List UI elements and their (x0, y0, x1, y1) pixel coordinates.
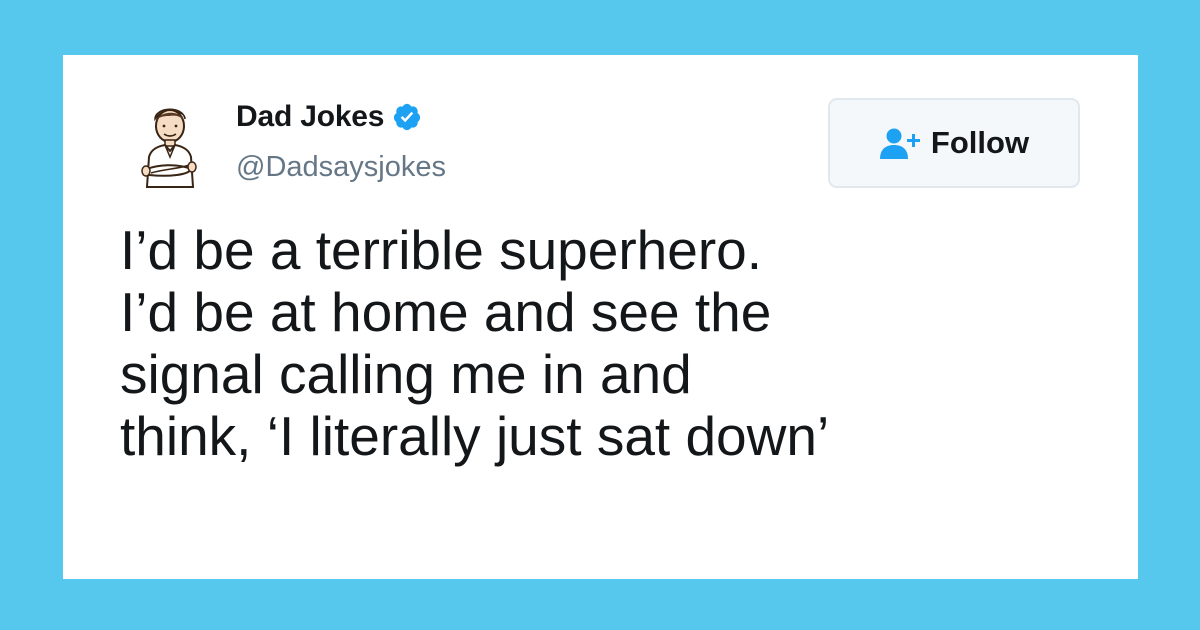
tweet-text-line: I’d be at home and see the (120, 281, 772, 343)
follow-button[interactable]: Follow (828, 98, 1080, 188)
author-name-row: Dad Jokes (236, 99, 422, 135)
tweet-text-line: I’d be a terrible superhero. (120, 219, 763, 281)
tweet-text-line: signal calling me in and (120, 343, 692, 405)
add-user-icon (879, 128, 920, 159)
author-handle[interactable]: @Dadsaysjokes (236, 151, 446, 184)
cartoon-man-avatar-icon (141, 108, 197, 188)
avatar[interactable] (133, 99, 205, 189)
verified-badge-icon (394, 103, 421, 131)
author-display-name[interactable]: Dad Jokes (236, 100, 384, 134)
tweet-text-line: think, ‘I literally just sat down’ (120, 405, 830, 467)
tweet-text: I’d be a terrible superhero. I’d be at h… (120, 219, 1120, 467)
follow-button-label: Follow (930, 125, 1030, 160)
tweet-card: Dad Jokes @Dadsaysjokes Follow I’d be a … (63, 55, 1138, 579)
